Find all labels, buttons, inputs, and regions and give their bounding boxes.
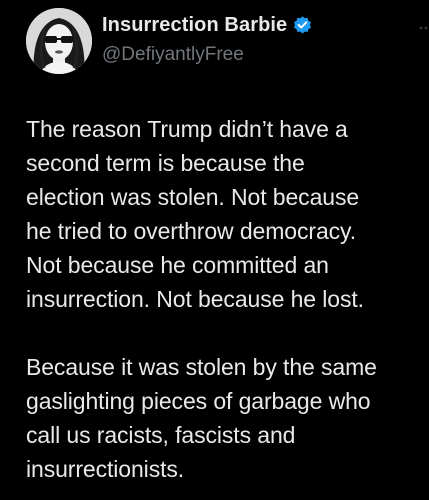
- author-name-row: Insurrection Barbie: [102, 14, 313, 37]
- avatar[interactable]: [26, 8, 92, 74]
- tweet-header: Insurrection Barbie @DefiyantlyFree: [26, 8, 429, 78]
- author-handle[interactable]: @DefiyantlyFree: [102, 44, 244, 66]
- tweet-paragraph-1: The reason Trump didn’t have a second te…: [26, 116, 364, 312]
- author-display-name[interactable]: Insurrection Barbie: [102, 14, 287, 37]
- more-options-icon[interactable]: [414, 20, 429, 36]
- verified-badge-icon: [292, 15, 313, 36]
- tweet-paragraph-2: Because it was stolen by the same gaslig…: [26, 354, 377, 482]
- woman-with-sunglasses-avatar-icon: [26, 8, 92, 74]
- tweet-text: The reason Trump didn’t have a second te…: [26, 112, 422, 486]
